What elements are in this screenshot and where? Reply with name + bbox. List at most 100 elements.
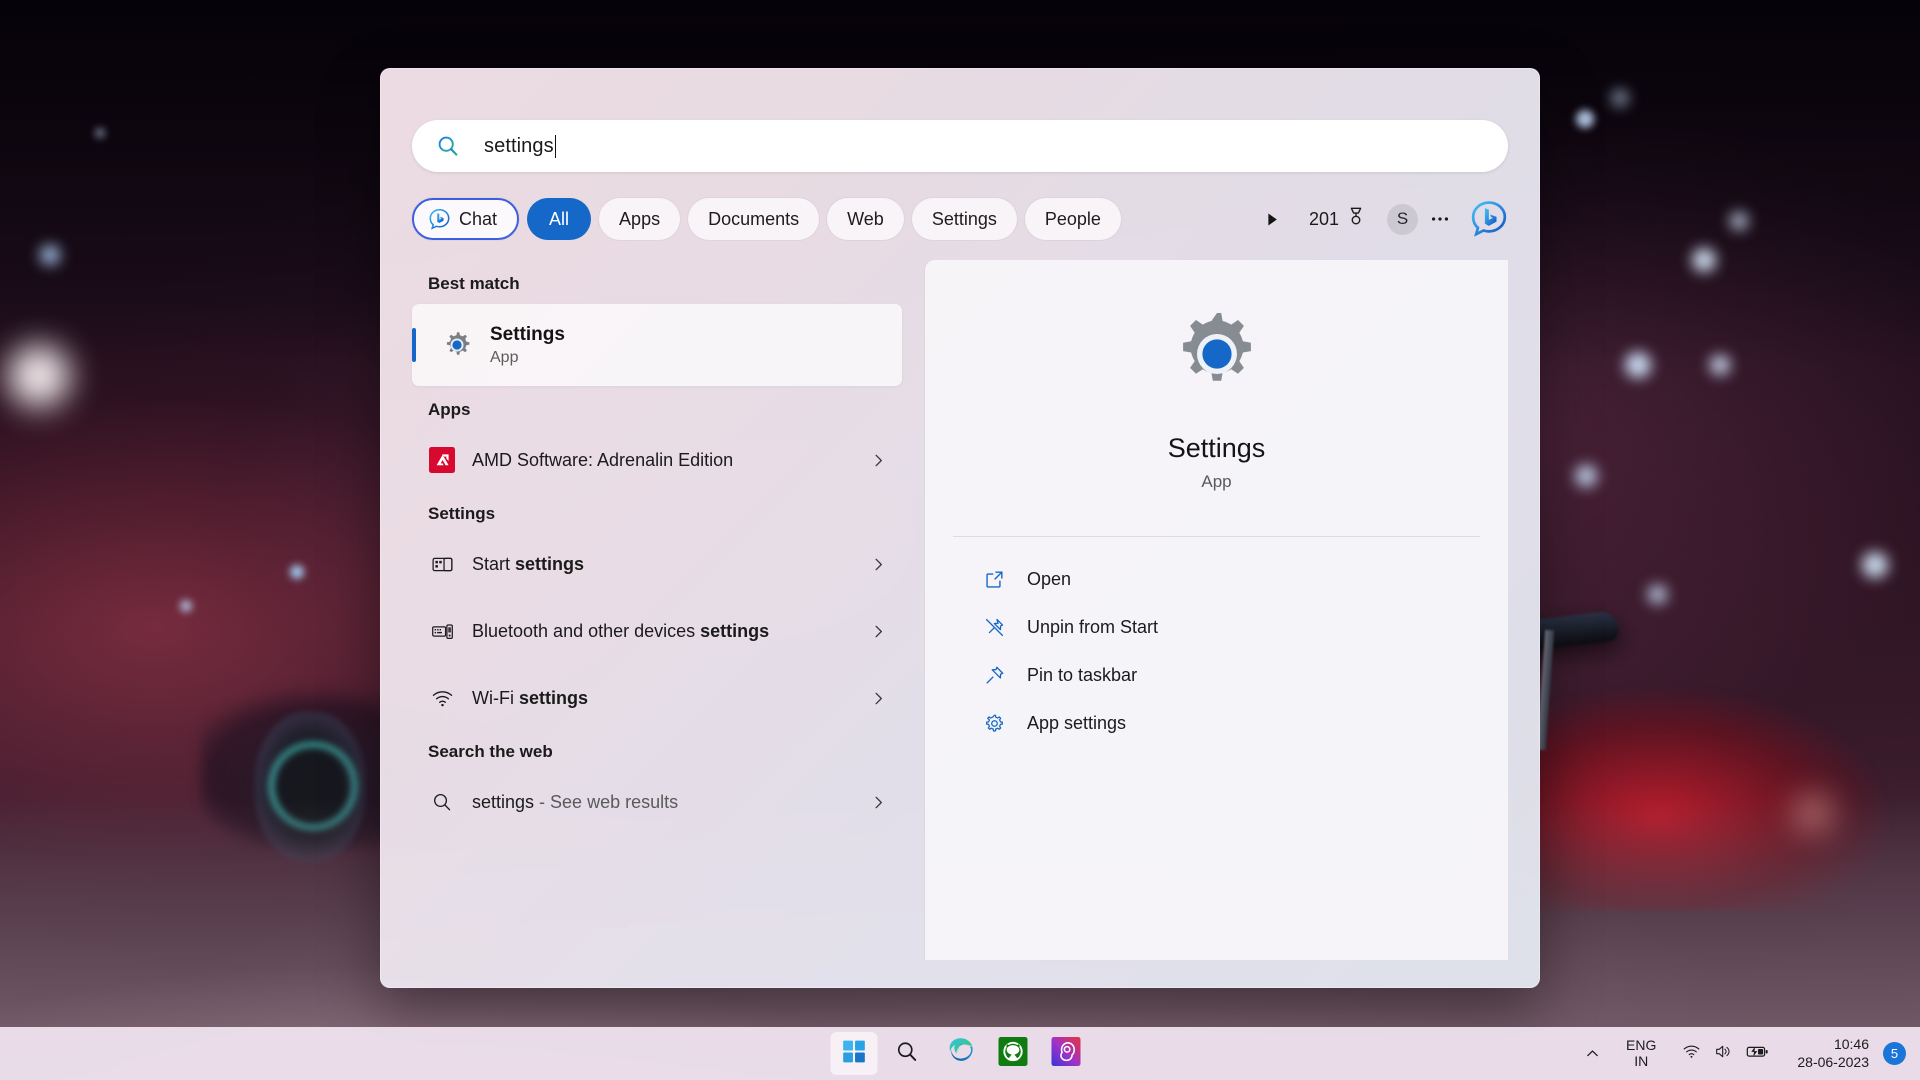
preview-title: Settings (1167, 433, 1266, 463)
wallpaper-light (1862, 552, 1888, 578)
wallpaper-light (180, 600, 192, 612)
result-label-suffix: - See web results (534, 791, 679, 812)
battery-charging-icon (1746, 1042, 1769, 1066)
search-input-container[interactable]: settings (412, 120, 1508, 172)
preview-subtitle: App (1201, 472, 1232, 491)
result-label-prefix: Wi-Fi (472, 687, 519, 708)
avatar[interactable]: S (1387, 203, 1418, 235)
chevron-right-icon[interactable] (868, 691, 888, 706)
gear-icon (981, 713, 1007, 734)
tab-apps[interactable]: Apps (599, 198, 681, 240)
search-icon (436, 134, 460, 158)
text-caret (554, 134, 557, 158)
result-item-bluetooth-settings[interactable]: Bluetooth and other devices settings (412, 594, 902, 668)
desktop: settings Chat All Apps Documents Web Set… (0, 0, 1920, 1080)
wallpaper-light (1730, 212, 1748, 230)
tab-all[interactable]: All (527, 198, 592, 240)
chevron-up-icon[interactable] (1572, 1034, 1612, 1074)
play-arrow-icon[interactable] (1251, 198, 1295, 240)
section-header-apps: Apps (428, 400, 471, 419)
result-label-prefix: Bluetooth and other devices (472, 620, 701, 641)
wallpaper-light (1710, 355, 1730, 375)
action-pin-to-taskbar[interactable]: Pin to taskbar (943, 651, 1490, 699)
tab-chat[interactable]: Chat (412, 198, 520, 240)
xbox-icon (998, 1036, 1028, 1071)
tab-people[interactable]: People (1024, 198, 1121, 240)
rewards-indicator[interactable]: 201 (1295, 206, 1377, 233)
clock-time: 10:46 (1833, 1036, 1869, 1052)
best-match-subtitle: App (490, 348, 519, 366)
tab-chat-label: Chat (459, 208, 498, 229)
action-open[interactable]: Open (943, 555, 1490, 603)
result-item-amd-software[interactable]: AMD Software: Adrenalin Edition (412, 430, 902, 490)
chevron-right-icon[interactable] (868, 624, 888, 639)
edge-button[interactable] (937, 1032, 984, 1075)
windows-logo-icon (842, 1039, 867, 1069)
speaker-icon (1714, 1042, 1733, 1066)
action-label: App settings (1027, 712, 1127, 733)
action-label: Pin to taskbar (1027, 664, 1138, 685)
notification-count: 5 (1890, 1046, 1899, 1061)
search-glass-icon (426, 791, 458, 813)
open-external-icon (981, 569, 1007, 590)
clock-date: 28-06-2023 (1797, 1053, 1869, 1070)
bing-logo-icon[interactable] (1470, 200, 1508, 238)
preview-hero: Settings App (925, 260, 1508, 492)
wifi-icon (1682, 1042, 1701, 1066)
tab-documents-label: Documents (708, 208, 800, 229)
taskbar-center-cluster (830, 1032, 1090, 1075)
app-preview-panel: Settings App Open Unpin from Start Pin t… (925, 260, 1508, 960)
tab-web[interactable]: Web (827, 198, 904, 240)
ellipsis-icon[interactable] (1418, 198, 1462, 240)
tab-people-label: People (1044, 208, 1101, 229)
taskbar: ENG IN 10:46 28-06-2023 5 (0, 1027, 1920, 1080)
action-app-settings[interactable]: App settings (943, 699, 1490, 747)
tab-settings-label: Settings (931, 208, 997, 229)
best-match-title: Settings (490, 323, 565, 345)
wallpaper-light (95, 128, 105, 138)
pin-icon (981, 665, 1007, 686)
result-item-label: Start settings (472, 552, 868, 577)
action-unpin-from-start[interactable]: Unpin from Start (943, 603, 1490, 651)
wallpaper-light (1692, 248, 1716, 272)
result-label-bold: settings (518, 687, 588, 708)
language-indicator[interactable]: ENG IN (1612, 1037, 1670, 1070)
bluetooth-devices-icon (426, 620, 458, 643)
start-layout-icon (426, 553, 458, 576)
section-header-search-the-web: Search the web (428, 742, 553, 761)
section-header-best-match: Best match (428, 274, 520, 293)
wallpaper-light (8, 345, 70, 407)
rewards-points: 201 (1308, 208, 1339, 229)
search-flyout-panel: settings Chat All Apps Documents Web Set… (380, 68, 1540, 988)
chevron-right-icon[interactable] (868, 795, 888, 810)
tray-status-icons[interactable] (1670, 1042, 1781, 1066)
chevron-right-icon[interactable] (868, 453, 888, 468)
app-button[interactable] (1043, 1032, 1090, 1075)
tab-documents[interactable]: Documents (688, 198, 820, 240)
search-input[interactable]: settings (484, 135, 554, 158)
chevron-right-icon[interactable] (868, 557, 888, 572)
search-button[interactable] (884, 1032, 931, 1075)
filter-row-right-cluster: 201 S (1251, 198, 1508, 240)
result-item-label: AMD Software: Adrenalin Edition (472, 449, 734, 470)
result-item-label: Wi-Fi settings (472, 686, 868, 711)
section-header-settings: Settings (428, 504, 496, 523)
gradient-app-icon (1051, 1036, 1081, 1071)
best-match-item[interactable]: Settings App (412, 304, 902, 386)
notification-badge[interactable]: 5 (1883, 1042, 1906, 1065)
tab-settings[interactable]: Settings (911, 198, 1017, 240)
start-button[interactable] (830, 1032, 878, 1075)
clock[interactable]: 10:46 28-06-2023 (1781, 1036, 1879, 1071)
result-item-start-settings[interactable]: Start settings (412, 534, 902, 594)
xbox-button[interactable] (990, 1032, 1037, 1075)
result-item-web-search[interactable]: settings - See web results (412, 772, 902, 832)
wallpaper-light (40, 245, 60, 265)
avatar-initial: S (1396, 209, 1409, 228)
action-label: Open (1027, 568, 1072, 589)
rewards-medal-icon (1345, 206, 1367, 233)
result-item-label: Bluetooth and other devices settings (472, 619, 868, 644)
bing-chat-icon (428, 208, 451, 231)
language-line-2: IN (1634, 1052, 1649, 1069)
result-item-wifi-settings[interactable]: Wi-Fi settings (412, 668, 902, 728)
wallpaper-light (1625, 352, 1651, 378)
